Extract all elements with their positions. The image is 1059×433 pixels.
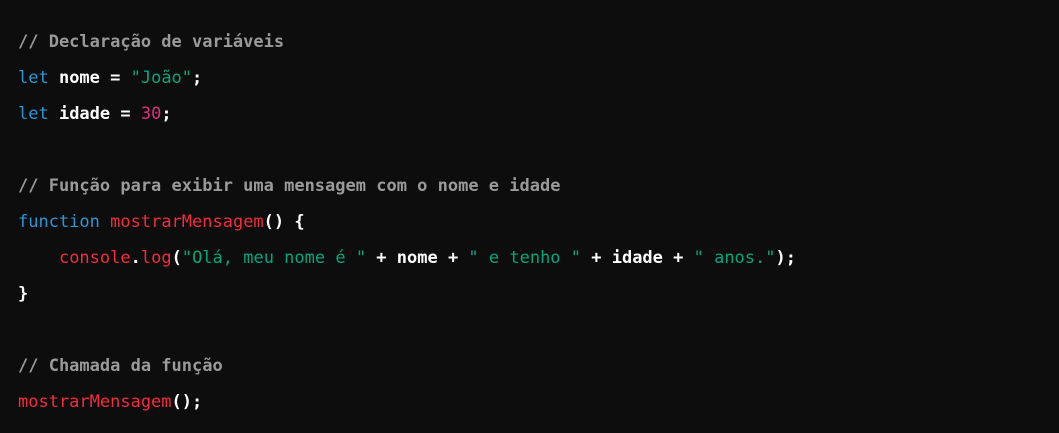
code-token-comment: // Declaração de variáveis — [18, 32, 285, 52]
code-token-number: 30 — [140, 104, 162, 124]
code-editor: // Declaração de variáveis let nome = "Jo… — [0, 0, 1059, 433]
code-token-string: " e tenho " — [468, 248, 582, 268]
code-line: function mostrarMensagem() { — [18, 204, 1059, 240]
code-token-punct: ( — [171, 248, 182, 268]
code-token-plain: + nome + — [366, 248, 469, 268]
code-token-keyword: let — [18, 104, 49, 124]
code-token-string: "Olá, meu nome é " — [181, 248, 367, 268]
code-token-punct: ); — [775, 248, 796, 268]
code-line: // Chamada da função — [18, 348, 1059, 384]
code-token-punct: } — [18, 284, 29, 304]
code-line: console.log("Olá, meu nome é " + nome + … — [18, 240, 1059, 276]
code-token-func: console — [58, 248, 131, 268]
code-token-comment: // Chamada da função — [18, 356, 223, 376]
code-token-comment: // Função para exibir uma mensagem com o… — [18, 176, 561, 196]
code-token-string: "João" — [130, 68, 193, 88]
code-token-func: mostrarMensagem — [110, 212, 264, 232]
code-line: } — [18, 276, 1059, 312]
code-line: mostrarMensagem(); — [18, 384, 1059, 420]
code-token-punct: ; — [161, 104, 172, 124]
code-line: let nome = "João"; — [18, 60, 1059, 96]
code-token-plain: nome = — [48, 68, 131, 88]
code-token-func: mostrarMensagem — [18, 392, 172, 412]
code-token-punct: . — [130, 248, 141, 268]
code-token-punct: (); — [171, 392, 203, 412]
code-token-keyword: let — [18, 68, 49, 88]
code-token-plain: + idade + — [581, 248, 694, 268]
code-line: let idade = 30; — [18, 96, 1059, 132]
code-block[interactable]: // Declaração de variáveis let nome = "Jo… — [18, 24, 1059, 420]
code-token-keyword: function — [18, 212, 100, 232]
code-token-punct: () { — [263, 212, 305, 232]
code-token-func: log — [140, 248, 172, 268]
code-token-punct: ; — [192, 68, 203, 88]
code-token-string: " anos." — [693, 248, 776, 268]
code-line: // Declaração de variáveis — [18, 24, 1059, 60]
code-token-plain: idade = — [48, 104, 141, 124]
code-line: // Função para exibir uma mensagem com o… — [18, 168, 1059, 204]
